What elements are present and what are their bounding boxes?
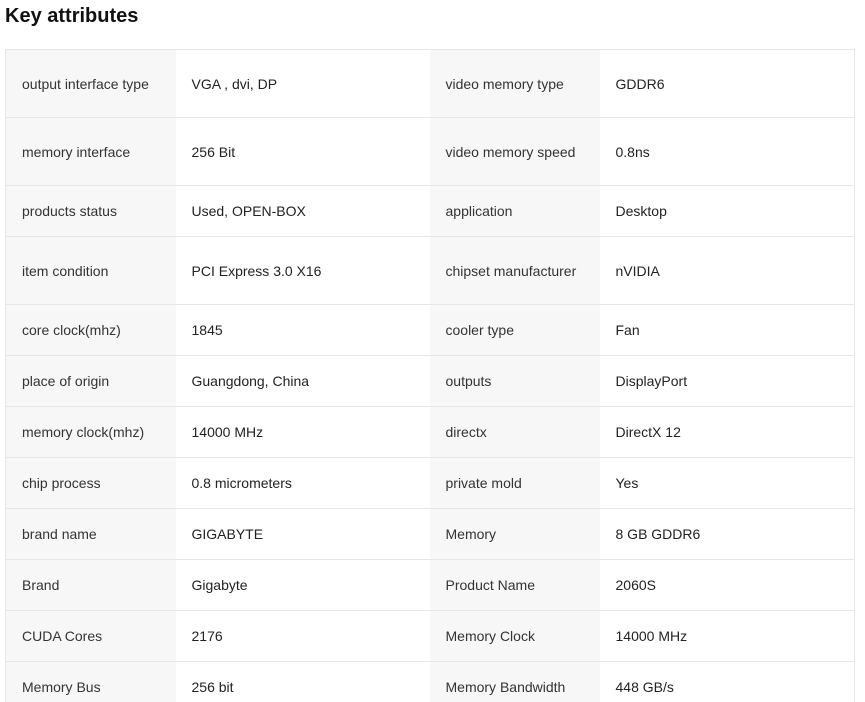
attribute-label: products status: [5, 185, 176, 237]
attribute-value: GDDR6: [599, 49, 855, 118]
attribute-label: output interface type: [5, 49, 176, 118]
attribute-label: chip process: [5, 457, 176, 509]
attribute-value: 8 GB GDDR6: [599, 508, 855, 560]
table-row: core clock(mhz) 1845 cooler type Fan: [5, 304, 855, 356]
attribute-value: DirectX 12: [599, 406, 855, 458]
attribute-label: cooler type: [429, 304, 600, 356]
attribute-value: Used, OPEN-BOX: [175, 185, 430, 237]
table-row: products status Used, OPEN-BOX application…: [5, 185, 855, 237]
table-row: Brand Gigabyte Product Name 2060S: [5, 559, 855, 611]
attribute-label: Brand: [5, 559, 176, 611]
attribute-label: application: [429, 185, 600, 237]
attribute-label: place of origin: [5, 355, 176, 407]
section-title: Key attributes: [5, 5, 139, 27]
attribute-value: nVIDIA: [599, 236, 855, 305]
attribute-value: 0.8 micrometers: [175, 457, 430, 509]
attribute-label: directx: [429, 406, 600, 458]
attribute-label: memory clock(mhz): [5, 406, 176, 458]
table-row: memory interface 256 Bit video memory spee…: [5, 117, 855, 186]
attribute-value: 448 GB/s: [599, 661, 855, 702]
attribute-value: Yes: [599, 457, 855, 509]
key-attributes-page: Key attributes output interface type VGA …: [0, 0, 865, 702]
attribute-value: 2176: [175, 610, 430, 662]
attribute-label: memory interface: [5, 117, 176, 186]
attribute-value: Gigabyte: [175, 559, 430, 611]
attribute-value: 14000 MHz: [175, 406, 430, 458]
attribute-value: 14000 MHz: [599, 610, 855, 662]
attribute-value: VGA , dvi, DP: [175, 49, 430, 118]
table-row: chip process 0.8 micrometers private mold Y…: [5, 457, 855, 509]
attribute-value: 0.8ns: [599, 117, 855, 186]
attribute-value: PCI Express 3.0 X16: [175, 236, 430, 305]
attribute-value: 1845: [175, 304, 430, 356]
table-row: place of origin Guangdong, China outputs Di…: [5, 355, 855, 407]
attribute-value: 2060S: [599, 559, 855, 611]
attribute-label: Memory: [429, 508, 600, 560]
attributes-table: output interface type VGA , dvi, DP video …: [5, 49, 855, 702]
table-row: Memory Bus 256 bit Memory Bandwidth 448 GB/…: [5, 661, 855, 702]
attribute-label: Memory Bandwidth: [429, 661, 600, 702]
attribute-label: chipset manufacturer: [429, 236, 600, 305]
attribute-label: outputs: [429, 355, 600, 407]
attribute-label: item condition: [5, 236, 176, 305]
attribute-value: 256 bit: [175, 661, 430, 702]
attribute-value: DisplayPort: [599, 355, 855, 407]
attribute-label: Memory Bus: [5, 661, 176, 702]
attribute-label: core clock(mhz): [5, 304, 176, 356]
table-row: CUDA Cores 2176 Memory Clock 14000 MHz: [5, 610, 855, 662]
attribute-label: Memory Clock: [429, 610, 600, 662]
table-row: memory clock(mhz) 14000 MHz directx DirectX…: [5, 406, 855, 458]
attributes-table-body: output interface type VGA , dvi, DP video …: [5, 49, 855, 702]
table-row: brand name GIGABYTE Memory 8 GB GDDR6: [5, 508, 855, 560]
attribute-label: CUDA Cores: [5, 610, 176, 662]
attribute-label: private mold: [429, 457, 600, 509]
attribute-value: Desktop: [599, 185, 855, 237]
attribute-label: Product Name: [429, 559, 600, 611]
attribute-value: 256 Bit: [175, 117, 430, 186]
attribute-value: GIGABYTE: [175, 508, 430, 560]
attribute-value: Fan: [599, 304, 855, 356]
table-row: item condition PCI Express 3.0 X16 chipset…: [5, 236, 855, 305]
attribute-label: video memory type: [429, 49, 600, 118]
table-row: output interface type VGA , dvi, DP video …: [5, 49, 855, 118]
attribute-value: Guangdong, China: [175, 355, 430, 407]
attribute-label: video memory speed: [429, 117, 600, 186]
attribute-label: brand name: [5, 508, 176, 560]
